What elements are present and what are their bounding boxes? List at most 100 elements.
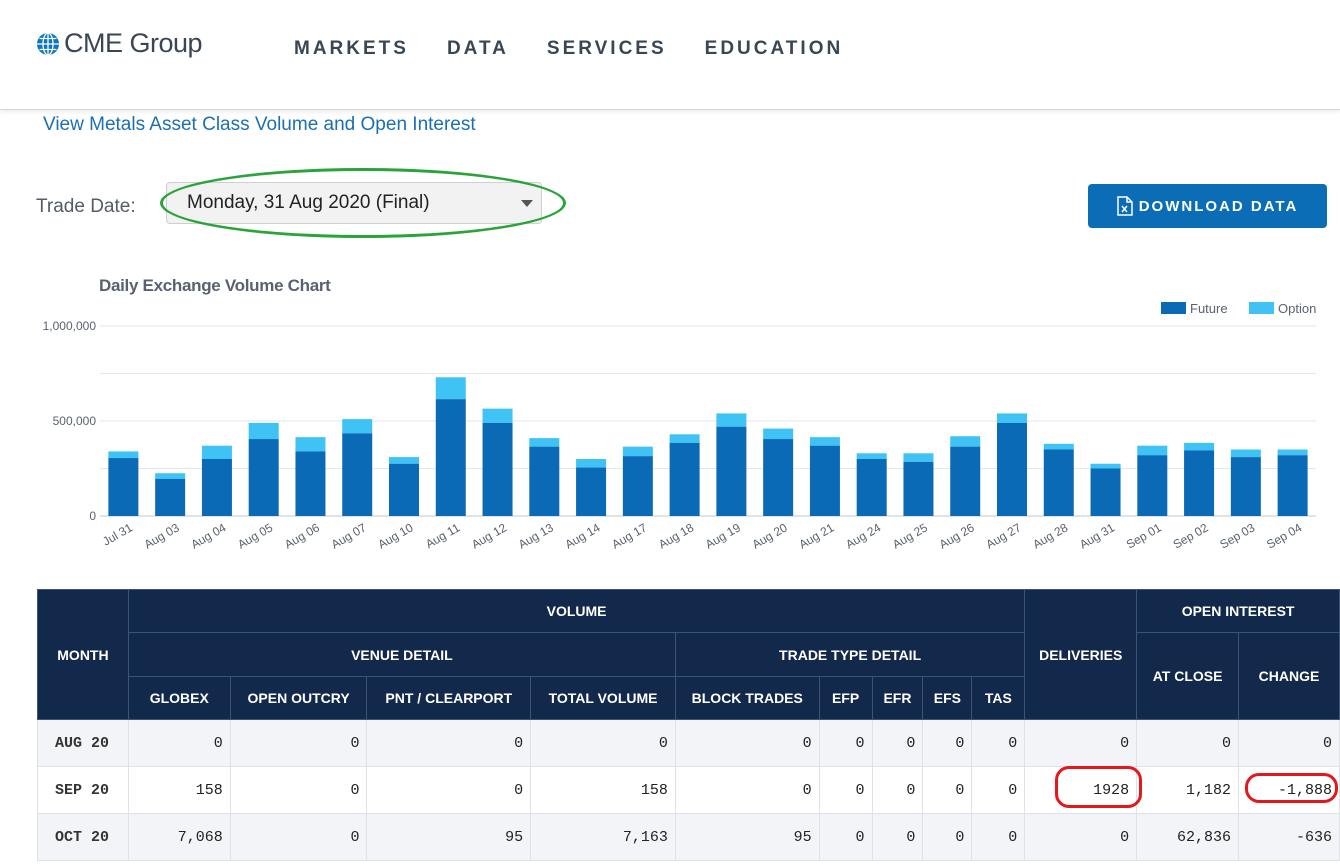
bar-option <box>201 445 232 459</box>
x-tick-label: Sep 02 <box>1171 520 1211 551</box>
legend-label: Option <box>1278 301 1316 316</box>
legend-swatch <box>1249 302 1274 314</box>
bar-option <box>950 436 981 447</box>
bar-future <box>1184 450 1215 516</box>
bar-future <box>248 439 279 516</box>
cell-change: -636 <box>1238 813 1340 861</box>
bar-future <box>576 467 607 516</box>
bar-option <box>248 422 279 440</box>
main-nav: MARKETS DATA SERVICES EDUCATION <box>294 38 881 60</box>
bar-future <box>763 439 794 516</box>
x-tick-label: Aug 11 <box>423 520 462 551</box>
header-at-close: AT CLOSE <box>1136 632 1240 720</box>
x-tick-label: Sep 03 <box>1217 520 1257 551</box>
table-row: OCT 20 7,068 0 95 7,163 95 0 0 0 0 0 62,… <box>37 813 1340 861</box>
excel-file-icon <box>1116 196 1133 216</box>
x-tick-label: Aug 25 <box>890 520 930 551</box>
trade-date-label: Trade Date: <box>36 196 136 217</box>
header-deliveries: DELIVERIES <box>1024 589 1138 720</box>
bar-option <box>435 377 466 400</box>
bar-option <box>1043 443 1074 450</box>
header-total-volume: TOTAL VOLUME <box>530 676 676 720</box>
cell-globex: 158 <box>127 766 231 814</box>
globe-icon <box>37 31 59 56</box>
cell-tas: 0 <box>971 719 1026 767</box>
trade-date-value: Monday, 31 Aug 2020 (Final) <box>187 192 430 213</box>
download-data-label: DOWNLOAD DATA <box>1138 197 1299 215</box>
bar-option <box>763 428 794 440</box>
header-month: MONTH <box>37 589 129 720</box>
x-tick-label: Aug 17 <box>609 520 649 551</box>
bar-future <box>108 458 139 516</box>
y-tick-label: 0 <box>89 509 96 523</box>
volume-chart: 0500,0001,000,000Jul 31 Aug 03 Aug 04 Aug 0… <box>43 301 1317 552</box>
nav-education[interactable]: EDUCATION <box>705 38 844 60</box>
bar-option <box>1090 463 1121 469</box>
cell-efp: 0 <box>818 719 873 767</box>
bar-future <box>856 459 887 516</box>
bar-future <box>669 442 700 516</box>
x-tick-label: Aug 04 <box>188 520 228 551</box>
bar-future <box>1230 457 1261 516</box>
bar-future <box>201 459 232 516</box>
bar-future <box>622 456 653 516</box>
bar-option <box>622 446 653 457</box>
download-data-button[interactable]: DOWNLOAD DATA <box>1088 184 1327 228</box>
bar-future <box>1277 455 1308 516</box>
bar-future <box>997 422 1027 516</box>
bar-option <box>1137 445 1168 456</box>
bar-option <box>295 437 326 452</box>
x-tick-label: Aug 10 <box>376 520 416 551</box>
cell-total: 7,163 <box>530 813 676 861</box>
cell-efp: 0 <box>818 813 873 861</box>
nav-services[interactable]: SERVICES <box>547 38 667 60</box>
nav-data[interactable]: DATA <box>447 38 509 60</box>
table-row: AUG 20 0 0 0 0 0 0 0 0 0 0 0 0 <box>37 719 1340 767</box>
cell-open-outcry: 0 <box>229 719 368 767</box>
bar-future <box>342 433 373 516</box>
bar-future <box>809 445 840 516</box>
x-tick-label: Aug 07 <box>329 520 369 551</box>
header-change: CHANGE <box>1238 632 1340 720</box>
x-tick-label: Aug 06 <box>282 520 322 551</box>
chevron-down-icon <box>521 200 533 207</box>
header-volume: VOLUME <box>127 589 1026 633</box>
header-efs: EFS <box>922 676 973 720</box>
volume-table: MONTH VOLUME DELIVERIES OPEN INTEREST VE… <box>37 589 1340 861</box>
header-trade-type-detail: TRADE TYPE DETAIL <box>674 632 1026 677</box>
x-tick-label: Aug 26 <box>937 520 977 551</box>
cell-globex: 0 <box>127 719 231 767</box>
bar-option <box>389 457 419 464</box>
legend-label: Future <box>1190 301 1228 316</box>
cell-total: 0 <box>530 719 676 767</box>
x-tick-label: Jul 31 <box>100 520 135 548</box>
cell-efp: 0 <box>818 766 873 814</box>
y-tick-label: 1,000,000 <box>43 319 97 333</box>
header-venue-detail: VENUE DETAIL <box>127 632 676 677</box>
bar-option <box>155 473 186 479</box>
cme-logo[interactable]: CME Group <box>36 28 203 59</box>
bar-option <box>716 413 747 427</box>
bar-future <box>1137 455 1168 516</box>
x-tick-label: Sep 01 <box>1124 520 1164 551</box>
bar-future <box>482 422 513 516</box>
x-tick-label: Aug 27 <box>984 520 1024 551</box>
cell-at-close: 62,836 <box>1136 813 1240 861</box>
bar-option <box>108 451 139 459</box>
cell-tas: 0 <box>971 813 1026 861</box>
bar-future <box>903 461 934 516</box>
view-metals-link[interactable]: View Metals Asset Class Volume and Open … <box>43 114 476 136</box>
x-tick-label: Aug 24 <box>843 520 883 551</box>
cell-at-close: 1,182 <box>1136 766 1240 814</box>
header-globex: GLOBEX <box>127 676 231 720</box>
trade-date-select[interactable]: Monday, 31 Aug 2020 (Final) <box>166 182 542 224</box>
bar-future <box>716 426 747 516</box>
bar-option <box>669 434 700 443</box>
cell-month: SEP 20 <box>37 766 129 814</box>
nav-markets[interactable]: MARKETS <box>294 38 409 60</box>
cell-deliveries: 1928 <box>1024 766 1138 814</box>
bar-option <box>1230 449 1261 458</box>
cell-pnt: 0 <box>366 719 532 767</box>
cell-change: -1,888 <box>1238 766 1340 814</box>
cell-efr: 0 <box>871 719 924 767</box>
